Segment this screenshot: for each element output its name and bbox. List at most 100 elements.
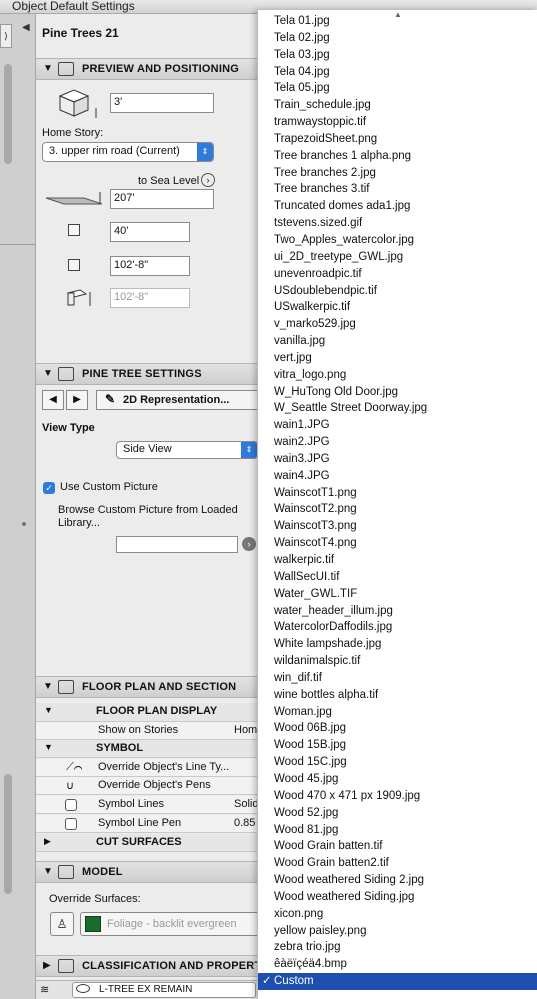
section-pine-tree-settings[interactable]: ▼ PINE TREE SETTINGS [36,363,259,385]
collapse-arrow-icon[interactable]: ◀ [22,22,30,33]
dropdown-item[interactable]: wain2.JPG [258,434,537,451]
section-floor-plan[interactable]: ▼ FLOOR PLAN AND SECTION [36,676,259,698]
disclosure-icon[interactable]: ▶ [44,836,51,847]
dropdown-item[interactable]: W_Seattle Street Doorway.jpg [258,400,537,417]
dropdown-item[interactable]: Water_GWL.TIF [258,586,537,603]
dropdown-item[interactable]: êàëïçéä4.bmp [258,956,537,973]
dropdown-item[interactable]: WainscotT2.png [258,501,537,518]
dropdown-item[interactable]: wine bottles alpha.tif [258,687,537,704]
dropdown-item[interactable]: tstevens.sized.gif [258,215,537,232]
custom-picture-field[interactable] [116,536,238,553]
dropdown-item[interactable]: wildanimalspic.tif [258,653,537,670]
dropdown-item[interactable]: WainscotT4.png [258,535,537,552]
dropdown-item[interactable]: yellow paisley.png [258,923,537,940]
eye-icon[interactable] [76,984,90,993]
dropdown-item[interactable]: vanilla.jpg [258,333,537,350]
section-preview-positioning[interactable]: ▼ PREVIEW AND POSITIONING [36,58,259,80]
surface-selector[interactable]: Foliage - backlit evergreen [80,912,259,936]
symbol-row[interactable]: ▼ SYMBOL [36,740,259,758]
splitter-grip[interactable] [22,522,26,526]
disclosure-icon[interactable]: ▼ [43,63,53,74]
dropdown-item[interactable]: Wood 15B.jpg [258,737,537,754]
dropdown-item[interactable]: Woman.jpg [258,704,537,721]
dropdown-item[interactable]: Train_schedule.jpg [258,97,537,114]
prev-page-button[interactable]: ◀ [42,390,64,410]
override-line-types-row[interactable]: ⟋⌒ Override Object's Line Ty... [36,759,259,777]
dropdown-item[interactable]: USdoublebendpic.tif [258,283,537,300]
dropdown-item[interactable]: zebra trio.jpg [258,939,537,956]
dropdown-item[interactable]: TrapezoidSheet.png [258,131,537,148]
dropdown-item[interactable]: win_dif.tif [258,670,537,687]
section-classification[interactable]: ▶ CLASSIFICATION AND PROPERTIE [36,955,272,977]
width-field[interactable]: 40' [110,222,190,242]
layer-selector[interactable]: L-TREE EX REMAIN [72,982,256,998]
symbol-line-pen-row[interactable]: Symbol Line Pen 0.85 [36,815,259,833]
dropdown-item[interactable]: Wood 45.jpg [258,771,537,788]
show-on-stories-row[interactable]: Show on Stories Hom [36,722,259,740]
dropdown-item[interactable]: Tela 03.jpg [258,47,537,64]
dropdown-item[interactable]: Two_Apples_watercolor.jpg [258,232,537,249]
chevron-right-icon[interactable]: › [201,173,215,187]
floor-plan-display-row[interactable]: ▼ FLOOR PLAN DISPLAY [36,703,259,722]
height-field[interactable]: 3' [110,93,214,113]
dropdown-item[interactable]: vert.jpg [258,350,537,367]
dropdown-item[interactable]: Tree branches 1 alpha.png [258,148,537,165]
dropdown-item[interactable]: Wood 470 x 471 px 1909.jpg [258,788,537,805]
dropdown-item[interactable]: wain4.JPG [258,468,537,485]
dropdown-item[interactable]: Wood weathered Siding 2.jpg [258,872,537,889]
dropdown-item[interactable]: Wood Grain batten.tif [258,838,537,855]
next-page-button[interactable]: ▶ [66,390,88,410]
disclosure-icon[interactable]: ▼ [43,681,53,692]
disclosure-icon[interactable]: ▼ [43,368,53,379]
dropdown-item[interactable]: Wood 06B.jpg [258,720,537,737]
symbol-lines-checkbox[interactable] [65,799,77,811]
picture-dropdown-menu[interactable]: ▲ Tela 01.jpg Tela 02.jpg Tela 03.jpg Tela … [257,10,537,999]
dropdown-item[interactable]: Wood Grain batten2.tif [258,855,537,872]
dropdown-item[interactable]: WallSecUI.tif [258,569,537,586]
expand-button[interactable]: ⟩ [0,24,12,48]
browse-button[interactable]: › [242,537,256,551]
use-custom-picture-checkbox[interactable]: ✓ [43,482,55,494]
dropdown-item[interactable]: Tela 04.jpg [258,64,537,81]
section-model[interactable]: ▼ MODEL [36,861,259,883]
dropdown-item[interactable]: Tree branches 2.jpg [258,165,537,182]
dropdown-item[interactable]: Truncated domes ada1.jpg [258,198,537,215]
override-pens-row[interactable]: ∪ Override Object's Pens [36,777,259,795]
cut-surfaces-row[interactable]: ▶ CUT SURFACES [36,834,259,852]
depth-field[interactable]: 102'-8" [110,256,190,276]
dropdown-item[interactable]: ui_2D_treetype_GWL.jpg [258,249,537,266]
symbol-lines-row[interactable]: Symbol Lines Solid [36,796,259,814]
dropdown-item[interactable]: v_marko529.jpg [258,316,537,333]
disclosure-icon[interactable]: ▶ [43,960,51,971]
dropdown-item[interactable]: WatercolorDaffodils.jpg [258,619,537,636]
dropdown-item[interactable]: W_HuTong Old Door.jpg [258,384,537,401]
dropdown-item[interactable]: walkerpic.tif [258,552,537,569]
dropdown-item[interactable]: Wood 15C.jpg [258,754,537,771]
dropdown-item[interactable]: unevenroadpic.tif [258,266,537,283]
dropdown-item[interactable]: White lampshade.jpg [258,636,537,653]
disclosure-icon[interactable]: ▼ [44,705,53,715]
dropdown-item[interactable]: Wood weathered Siding.jpg [258,889,537,906]
dropdown-item[interactable]: WainscotT3.png [258,518,537,535]
paint-bucket-icon[interactable]: ♙ [50,912,74,936]
dropdown-item[interactable]: Tree branches 3.tif [258,181,537,198]
dropdown-item[interactable]: Wood 52.jpg [258,805,537,822]
dropdown-item[interactable]: xicon.png [258,906,537,923]
dropdown-item-selected[interactable]: ✓ Custom [258,973,537,990]
scrollbar-thumb-top[interactable] [4,64,12,164]
dropdown-item[interactable]: WainscotT1.png [258,485,537,502]
representation-page-selector[interactable]: ✎ 2D Representation... [96,390,259,410]
splitter[interactable] [18,14,32,999]
dropdown-item[interactable]: Wood 81.jpg [258,822,537,839]
dropdown-item[interactable]: vitra_logo.png [258,367,537,384]
scrollbar-thumb-bottom[interactable] [4,774,12,894]
symbol-line-pen-checkbox[interactable] [65,818,77,830]
disclosure-icon[interactable]: ▼ [43,866,53,877]
disclosure-icon[interactable]: ▼ [44,742,53,752]
dropdown-item[interactable]: tramwaystoppic.tif [258,114,537,131]
dropdown-item[interactable]: wain3.JPG [258,451,537,468]
dropdown-item[interactable]: Tela 02.jpg [258,30,537,47]
dropdown-item[interactable]: Tela 05.jpg [258,80,537,97]
dropdown-item[interactable]: wain1.JPG [258,417,537,434]
sea-level-field[interactable]: 207' [110,189,214,209]
